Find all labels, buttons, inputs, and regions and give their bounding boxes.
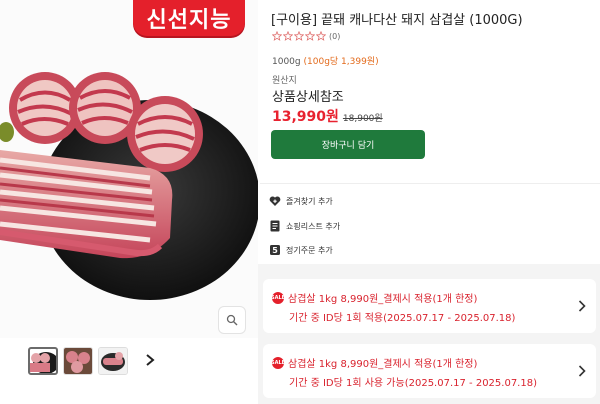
origin-value: 상품상세참조 — [272, 90, 344, 105]
sale-price: 13,990원 — [272, 109, 339, 125]
chevron-right-icon — [578, 365, 586, 377]
coupon-headline-row: SALE 삼겹살 1kg 8,990원_결제시 적용(1개 한정) — [271, 355, 478, 370]
coupon-card[interactable]: SALE 삼겹살 1kg 8,990원_결제시 적용(1개 한정) 기간 중 I… — [263, 279, 596, 333]
product-title: [구이용] 끝돼 캐나다산 돼지 삼겹살 (1000G) — [271, 13, 523, 28]
coupon-headline-row: SALE 삼겹살 1kg 8,990원_결제시 적용(1개 한정) — [271, 290, 478, 305]
add-shopping-list-action[interactable]: 쇼핑리스트 추가 — [269, 217, 340, 235]
origin-label: 원산지 — [272, 76, 297, 86]
thumbnail-image — [64, 348, 92, 374]
star-empty-icon — [316, 31, 326, 41]
star-empty-icon — [272, 31, 282, 41]
coupon-detail: 기간 중 ID당 1회 적용(2025.07.17 - 2025.07.18) — [289, 313, 516, 324]
sale-badge-icon: SALE — [271, 291, 285, 304]
coupon-headline: 삼겹살 1kg 8,990원_결제시 적용(1개 한정) — [288, 294, 478, 305]
brand-badge: 신선지능 — [133, 0, 245, 36]
review-count: (0) — [329, 31, 341, 41]
star-rating — [272, 31, 326, 41]
thumbnail-strip — [28, 346, 128, 376]
weight: 1000g — [272, 57, 301, 67]
coupon-headline: 삼겹살 1kg 8,990원_결제시 적용(1개 한정) — [288, 359, 478, 370]
sale-badge-icon: SALE — [271, 356, 285, 369]
action-label: 쇼핑리스트 추가 — [286, 221, 341, 231]
star-empty-icon — [305, 31, 315, 41]
star-empty-icon — [294, 31, 304, 41]
add-favorite-action[interactable]: 즐겨찾기 추가 — [269, 192, 333, 210]
zoom-button[interactable] — [218, 306, 246, 334]
product-gallery: 신선지능 — [0, 0, 258, 404]
action-label: 정기주문 추가 — [286, 245, 333, 255]
add-to-cart-button[interactable]: 장바구니 담기 — [271, 130, 425, 159]
magnifier-icon — [226, 314, 238, 326]
thumbnail-pork-belly-slices[interactable] — [98, 347, 128, 375]
side-actions: 즐겨찾기 추가 쇼핑리스트 추가 5 정기주문 추가 — [260, 183, 600, 262]
weight-line: 1000g (100g당 1,399원) — [272, 54, 379, 67]
star-empty-icon — [283, 31, 293, 41]
rating[interactable]: (0) — [272, 31, 340, 41]
svg-text:5: 5 — [272, 246, 278, 255]
price-row: 13,990원 18,900원 — [272, 106, 383, 126]
list-icon — [270, 220, 280, 232]
thumbnail-pork-belly-plate[interactable] — [28, 347, 58, 375]
pork-belly-photo — [0, 72, 258, 300]
product-main-image[interactable]: 신선지능 — [0, 0, 258, 338]
subscription-icon: 5 — [270, 245, 280, 255]
chevron-right-icon[interactable] — [144, 352, 156, 368]
coupon-card[interactable]: SALE 삼겹살 1kg 8,990원_결제시 적용(1개 한정) 기간 중 I… — [263, 344, 596, 398]
chevron-right-icon — [578, 300, 586, 312]
action-label: 즐겨찾기 추가 — [286, 196, 333, 206]
thumbnail-image — [30, 352, 56, 373]
thumbnail-pork-belly-rolls[interactable] — [63, 347, 93, 375]
add-subscription-action[interactable]: 5 정기주문 추가 — [269, 241, 333, 259]
original-price: 18,900원 — [342, 114, 383, 124]
coupon-detail: 기간 중 ID당 1회 사용 가능(2025.07.17 - 2025.07.1… — [289, 378, 537, 389]
unit-price: (100g당 1,399원) — [303, 57, 379, 67]
heart-plus-icon — [269, 196, 281, 206]
thumbnail-image — [99, 348, 127, 374]
